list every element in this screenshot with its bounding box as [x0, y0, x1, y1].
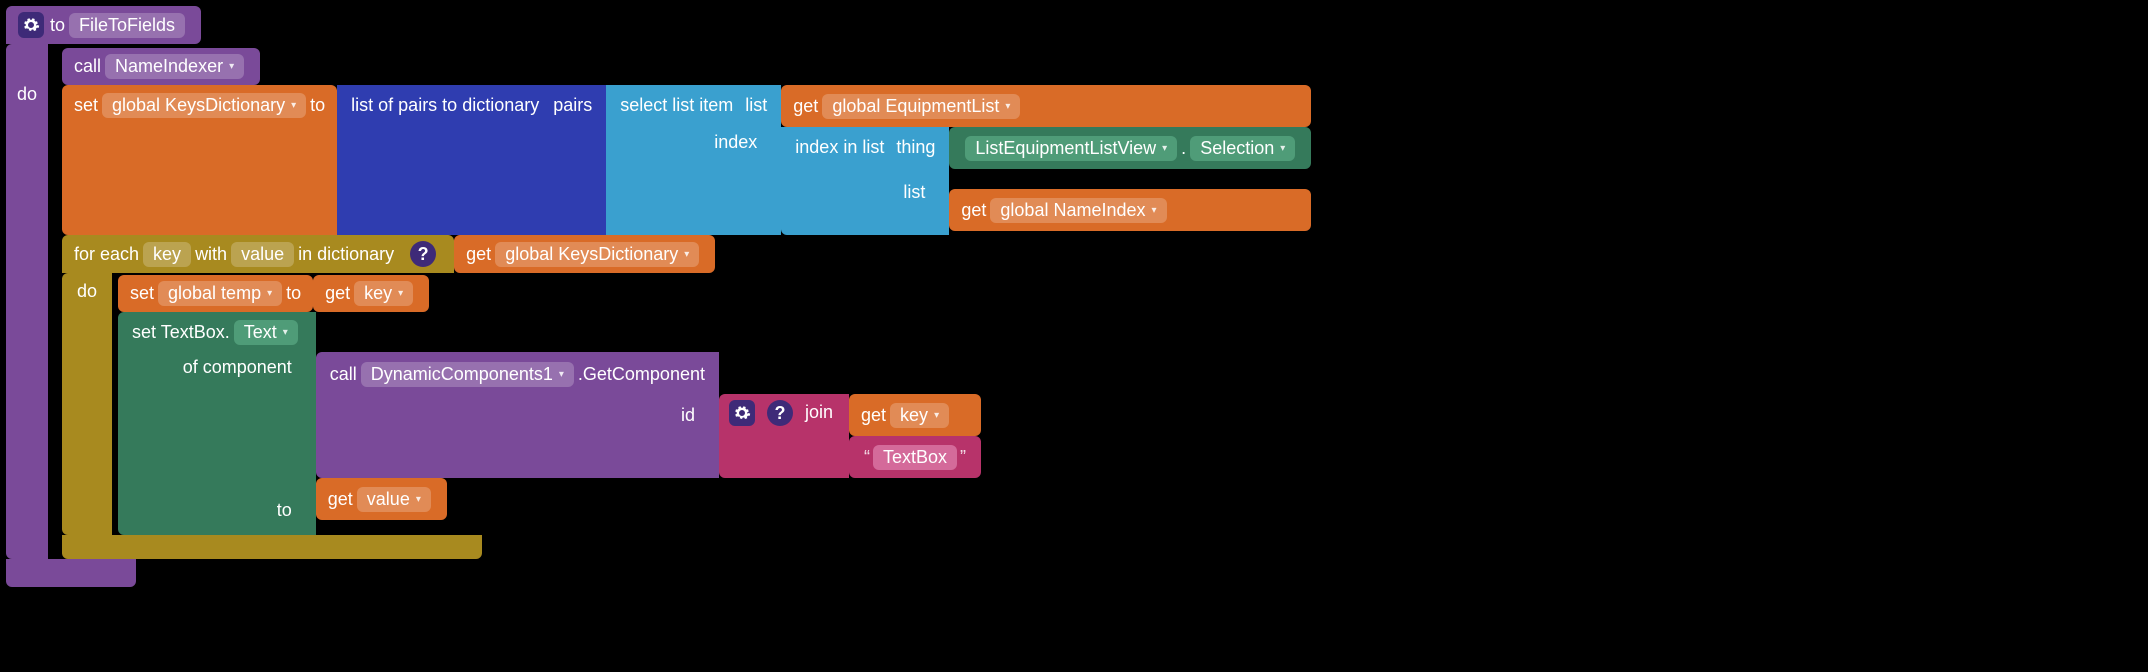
text-literal-value[interactable]: TextBox [873, 445, 957, 470]
list-of-pairs-label: list of pairs to dictionary [351, 95, 539, 116]
select-list-item-label: select list item [620, 95, 733, 116]
call-getcomponent-block[interactable]: call DynamicComponents1▾ .GetComponent i… [316, 352, 719, 478]
keysdictionary-dropdown-2[interactable]: global KeysDictionary▾ [495, 242, 699, 267]
set-keysdictionary-block[interactable]: set global KeysDictionary▾ to [62, 85, 337, 235]
get-nameindex-block[interactable]: get global NameIndex▾ [949, 189, 1311, 231]
foreach-dictionary-block[interactable]: for each key with value in dictionary ? [62, 235, 454, 273]
get-value-block[interactable]: get value▾ [316, 478, 447, 520]
get-label: get [961, 200, 986, 221]
get-key-block-2[interactable]: get key▾ [849, 394, 981, 436]
text-property-dropdown[interactable]: Text▾ [234, 320, 298, 345]
procedure-rail: do [6, 44, 48, 559]
help-icon[interactable]: ? [410, 241, 436, 267]
component-dropdown[interactable]: ListEquipmentListView▾ [965, 136, 1177, 161]
list-of-pairs-block[interactable]: list of pairs to dictionary pairs [337, 85, 606, 235]
get-key-block[interactable]: get key▾ [313, 275, 429, 312]
getcomponent-label: .GetComponent [578, 364, 705, 385]
temp-dropdown[interactable]: global temp▾ [158, 281, 282, 306]
foreach-foot [62, 535, 482, 559]
index-in-list-label: index in list [795, 137, 884, 158]
get-equipmentlist-block[interactable]: get global EquipmentList▾ [781, 85, 1311, 127]
list-arg-label-2: list [893, 176, 935, 209]
gear-icon[interactable] [18, 12, 44, 38]
get-label: get [861, 405, 886, 426]
keysdictionary-dropdown[interactable]: global KeysDictionary▾ [102, 93, 306, 118]
set-temp-block[interactable]: set global temp▾ to [118, 275, 313, 312]
key-dropdown[interactable]: key▾ [354, 281, 413, 306]
nameindex-dropdown[interactable]: global NameIndex▾ [990, 198, 1166, 223]
nameindexer-dropdown[interactable]: NameIndexer▾ [105, 54, 244, 79]
of-component-label: of component [173, 351, 302, 384]
value-dropdown[interactable]: value▾ [357, 487, 431, 512]
procedure-definition-block[interactable]: to FileToFields [6, 6, 201, 44]
value-var[interactable]: value [231, 242, 294, 267]
foreach-label: for each [74, 244, 139, 265]
index-arg-label: index [704, 126, 767, 159]
set-label: set [74, 95, 98, 116]
gear-icon-2[interactable] [729, 400, 755, 426]
thing-arg-label: thing [896, 137, 935, 158]
to-label: to [286, 283, 301, 304]
with-label: with [195, 244, 227, 265]
to-label-2: to [267, 494, 302, 527]
in-dictionary-label: in dictionary [298, 244, 394, 265]
set-label: set [130, 283, 154, 304]
close-quote: ” [960, 447, 966, 468]
get-label: get [793, 96, 818, 117]
to-label: to [50, 15, 65, 36]
get-label: get [325, 283, 350, 304]
set-textbox-label: set TextBox. [132, 322, 230, 343]
join-block[interactable]: ? join [719, 394, 849, 478]
get-keysdictionary-block[interactable]: get global KeysDictionary▾ [454, 235, 715, 273]
to-label: to [310, 95, 325, 116]
foreach-rail: do [62, 273, 112, 535]
do-label: do [17, 84, 37, 105]
help-icon-2[interactable]: ? [767, 400, 793, 426]
procedure-name[interactable]: FileToFields [69, 13, 185, 38]
do-label-2: do [77, 281, 97, 302]
join-label: join [805, 402, 833, 423]
list-arg-label: list [745, 95, 767, 116]
dot-label: . [1181, 138, 1186, 159]
select-list-item-block[interactable]: select list item list index [606, 85, 781, 235]
open-quote: “ [864, 447, 870, 468]
text-literal-block[interactable]: “ TextBox ” [849, 436, 981, 478]
get-label: get [328, 489, 353, 510]
call-label-2: call [330, 364, 357, 385]
property-dropdown[interactable]: Selection▾ [1190, 136, 1295, 161]
procedure-foot [6, 559, 136, 587]
pairs-arg-label: pairs [553, 95, 592, 116]
id-arg-label: id [671, 399, 705, 432]
index-in-list-block[interactable]: index in list thing list [781, 127, 949, 235]
key-dropdown-2[interactable]: key▾ [890, 403, 949, 428]
equipmentlist-dropdown[interactable]: global EquipmentList▾ [822, 94, 1020, 119]
component-property-block[interactable]: ListEquipmentListView▾ . Selection▾ [949, 127, 1311, 169]
set-textbox-text-block[interactable]: set TextBox. Text▾ of component to [118, 312, 316, 535]
get-label: get [466, 244, 491, 265]
call-nameindexer-block[interactable]: call NameIndexer▾ [62, 48, 260, 85]
key-var[interactable]: key [143, 242, 191, 267]
call-label: call [74, 56, 101, 77]
dynamiccomponents-dropdown[interactable]: DynamicComponents1▾ [361, 362, 574, 387]
